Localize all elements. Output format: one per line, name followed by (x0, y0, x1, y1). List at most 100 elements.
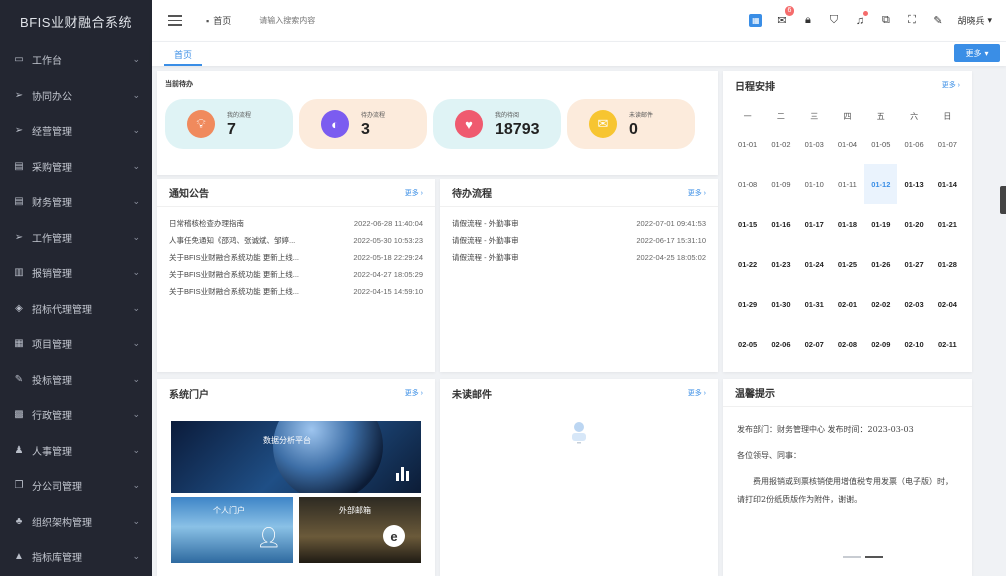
calendar-day[interactable]: 01-05 (864, 124, 897, 164)
calendar-day[interactable]: 01-13 (897, 164, 930, 204)
list-item[interactable]: 关于BFIS业财融合系统功能 更新上线... 2022-05-18 22:29:2… (169, 249, 423, 266)
calendar-day[interactable]: 02-02 (864, 284, 897, 324)
calendar-day[interactable]: 02-11 (931, 324, 964, 364)
todo-stat[interactable]: ✉ 未读邮件 0 (567, 99, 695, 149)
calendar-day[interactable]: 02-04 (931, 284, 964, 324)
sidebar-item[interactable]: ➢ 工作管理 ⌄ (0, 220, 152, 256)
sidebar-item[interactable]: ▲ 指标库管理 ⌄ (0, 539, 152, 575)
calendar-day[interactable]: 01-10 (798, 164, 831, 204)
sidebar-item[interactable]: ➢ 协同办公 ⌄ (0, 78, 152, 114)
calendar-day[interactable]: 01-16 (764, 204, 797, 244)
tabs-more-button[interactable]: 更多 ▾ (954, 44, 1000, 62)
todo-stat[interactable]: ◐ 待办流程 3 (299, 99, 427, 149)
sidebar-item[interactable]: ▭ 工作台 ⌄ (0, 42, 152, 78)
calendar-day[interactable]: 01-11 (831, 164, 864, 204)
list-item[interactable]: 请假流程 - 外勤事审 2022-06-17 15:31:10 (452, 232, 706, 249)
todo-stat[interactable]: 💡︎ 我的流程 7 (165, 99, 293, 149)
calendar-day[interactable]: 01-25 (831, 244, 864, 284)
portal-tile-data-platform[interactable]: 数据分析平台 (171, 421, 421, 493)
sidebar-item-label: 分公司管理 (32, 482, 82, 494)
side-drawer-handle[interactable] (1000, 186, 1006, 214)
sidebar-item[interactable]: ▤ 采购管理 ⌄ (0, 149, 152, 185)
calendar-day[interactable]: 01-18 (831, 204, 864, 244)
sidebar-item-label: 报销管理 (32, 269, 72, 281)
calendar-day[interactable]: 01-23 (764, 244, 797, 284)
calendar-day-today[interactable]: 01-12 (864, 164, 898, 204)
calendar-day[interactable]: 01-31 (798, 284, 831, 324)
portal-tile-personal[interactable]: 个人门户 👤︎ (171, 497, 293, 563)
list-item[interactable]: 请假流程 - 外勤事审 2022-07-01 09:41:53 (452, 215, 706, 232)
calendar-day[interactable]: 02-01 (831, 284, 864, 324)
list-item[interactable]: 人事任免通知《邵鸿、张诚斌、邹婷... 2022-05-30 10:53:23 (169, 232, 423, 249)
sidebar-item[interactable]: ♟ 人事管理 ⌄ (0, 433, 152, 469)
search-input[interactable] (259, 16, 420, 25)
notice-card: 通知公告 更多 › 日常稽核检查办理指南 2022-06-28 11:40:04 人事… (157, 179, 435, 372)
portal-more-link[interactable]: 更多 › (405, 388, 423, 398)
sidebar-item[interactable]: ◈ 招标代理管理 ⌄ (0, 291, 152, 327)
app-switch-icon[interactable]: ▦ (749, 14, 763, 27)
carousel-dot[interactable] (843, 556, 861, 558)
calendar-day[interactable]: 01-01 (731, 124, 764, 164)
calendar-day[interactable]: 01-06 (897, 124, 930, 164)
notice-more-link[interactable]: 更多 › (405, 188, 423, 198)
pen-icon[interactable]: ✎ (931, 14, 944, 27)
sidebar-item[interactable]: ➢ 经营管理 ⌄ (0, 113, 152, 149)
lock-icon[interactable]: 🔒︎ (801, 14, 814, 27)
calendar-day[interactable]: 02-10 (897, 324, 930, 364)
calendar-day[interactable]: 01-22 (731, 244, 764, 284)
language-icon[interactable]: ⧉ (879, 14, 892, 27)
schedule-more-link[interactable]: 更多 › (942, 80, 960, 90)
sidebar-item[interactable]: ▦ 项目管理 ⌄ (0, 326, 152, 362)
list-item[interactable]: 请假流程 - 外勤事审 2022-04-25 18:05:02 (452, 249, 706, 266)
calendar-day[interactable]: 01-21 (931, 204, 964, 244)
sidebar-item[interactable]: ▤ 财务管理 ⌄ (0, 184, 152, 220)
calendar-day[interactable]: 02-07 (798, 324, 831, 364)
calendar-day[interactable]: 01-14 (931, 164, 964, 204)
sidebar-item[interactable]: ♣ 组织架构管理 ⌄ (0, 504, 152, 540)
sidebar-item-label: 组织架构管理 (32, 517, 92, 529)
carousel-dot-active[interactable] (865, 556, 883, 558)
sidebar-item[interactable]: ✎ 投标管理 ⌄ (0, 362, 152, 398)
calendar-day[interactable]: 01-04 (831, 124, 864, 164)
calendar-day[interactable]: 01-20 (897, 204, 930, 244)
todo-stat[interactable]: ♥ 我的待阅 18793 (433, 99, 561, 149)
sidebar-item[interactable]: ▥ 报销管理 ⌄ (0, 255, 152, 291)
portal-tile-mail[interactable]: 外部邮箱 e (299, 497, 421, 563)
calendar-day[interactable]: 01-27 (897, 244, 930, 284)
list-item[interactable]: 关于BFIS业财融合系统功能 更新上线... 2022-04-27 18:05:2… (169, 266, 423, 283)
message-icon[interactable]: ✉ 6 (775, 6, 795, 27)
calendar-day[interactable]: 01-24 (798, 244, 831, 284)
calendar-day[interactable]: 01-28 (931, 244, 964, 284)
sidebar-item[interactable]: ❐ 分公司管理 ⌄ (0, 468, 152, 504)
calendar-day[interactable]: 01-09 (764, 164, 797, 204)
calendar-day[interactable]: 02-09 (864, 324, 897, 364)
pending-title: 待办流程 (452, 189, 492, 200)
calendar-day[interactable]: 01-02 (764, 124, 797, 164)
calendar-day[interactable]: 01-19 (864, 204, 897, 244)
calendar-day[interactable]: 01-29 (731, 284, 764, 324)
list-item[interactable]: 日常稽核检查办理指南 2022-06-28 11:40:04 (169, 215, 423, 232)
fullscreen-icon[interactable]: ⛶ (905, 14, 918, 27)
calendar-day[interactable]: 01-17 (798, 204, 831, 244)
calendar-day[interactable]: 01-03 (798, 124, 831, 164)
calendar-day[interactable]: 02-06 (764, 324, 797, 364)
calendar-day[interactable]: 02-03 (897, 284, 930, 324)
tab-home[interactable]: 首页 (164, 44, 202, 66)
menu-toggle-icon[interactable] (168, 15, 182, 26)
list-item[interactable]: 关于BFIS业财融合系统功能 更新上线... 2022-04-15 14:59:1… (169, 283, 423, 300)
pending-more-link[interactable]: 更多 › (688, 188, 706, 198)
calendar-day[interactable]: 01-26 (864, 244, 897, 284)
calendar-day[interactable]: 01-30 (764, 284, 797, 324)
breadcrumb-home[interactable]: 首页 (213, 14, 231, 27)
user-menu[interactable]: 胡晓兵 ▾ (957, 14, 992, 27)
calendar-day[interactable]: 01-15 (731, 204, 764, 244)
sidebar-item[interactable]: ▩ 行政管理 ⌄ (0, 397, 152, 433)
todo-stats: 💡︎ 我的流程 7 ◐ 待办流程 3 ♥ 我的待阅 18793 ✉ 未读邮件 0 (157, 89, 718, 149)
mail-more-link[interactable]: 更多 › (688, 388, 706, 398)
calendar-day[interactable]: 02-05 (731, 324, 764, 364)
shield-icon[interactable]: ⛉ (827, 14, 840, 27)
calendar-day[interactable]: 01-07 (931, 124, 964, 164)
calendar-day[interactable]: 02-08 (831, 324, 864, 364)
calendar-day[interactable]: 01-08 (731, 164, 764, 204)
bell-icon[interactable]: ♫ (853, 11, 869, 27)
